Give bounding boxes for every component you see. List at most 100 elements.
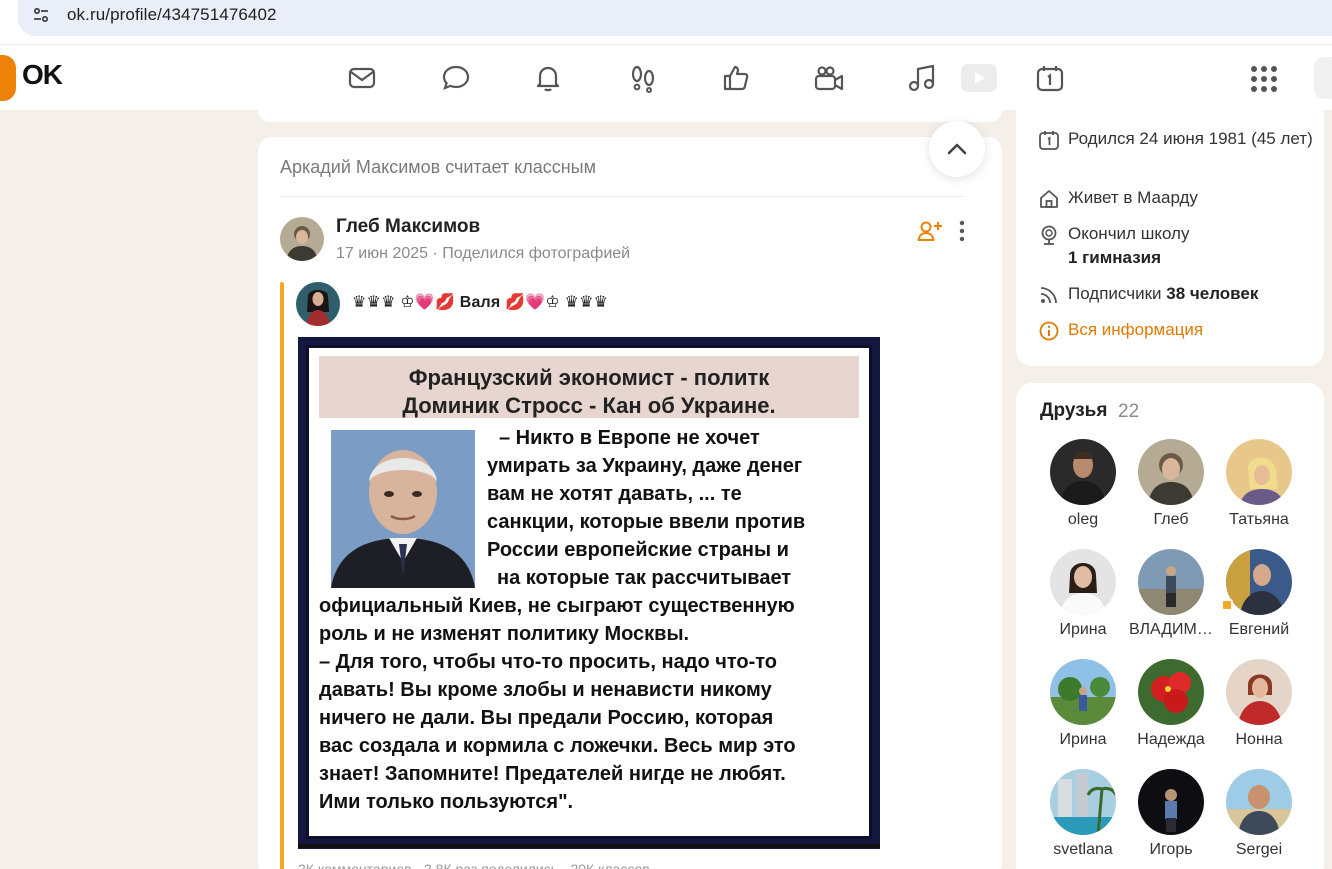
friend-item[interactable]: svetlana bbox=[1041, 769, 1125, 869]
friend-item[interactable]: Игорь bbox=[1129, 769, 1213, 869]
friend-name[interactable]: Надежда bbox=[1129, 731, 1213, 749]
friend-name[interactable]: Ирина bbox=[1041, 621, 1125, 639]
friend-avatar[interactable] bbox=[1226, 549, 1292, 615]
subscribers-prefix: Подписчики bbox=[1068, 284, 1162, 303]
chat-icon[interactable] bbox=[440, 62, 472, 94]
friend-name[interactable]: Ирина bbox=[1041, 731, 1125, 749]
friend-name[interactable]: Евгений bbox=[1217, 621, 1301, 639]
friend-item[interactable]: Евгений bbox=[1217, 549, 1301, 649]
subscribers-text: Подписчики 38 человек bbox=[1068, 282, 1318, 306]
quote-line: ничего не дали. Вы предали Россию, котор… bbox=[319, 707, 774, 729]
quote-line: роль и не изменят политику Москвы. bbox=[319, 623, 690, 645]
friend-item[interactable]: Sergei bbox=[1217, 769, 1301, 869]
friend-avatar[interactable] bbox=[1138, 439, 1204, 505]
chevron-up-icon bbox=[947, 143, 967, 155]
friend-avatar[interactable] bbox=[1138, 549, 1204, 615]
logo-text[interactable]: OK bbox=[22, 59, 63, 91]
friend-name[interactable]: svetlana bbox=[1041, 841, 1125, 859]
quote-line: – Никто в Европе не хочет bbox=[499, 427, 760, 449]
school-text: Окончил школу 1 гимназия bbox=[1068, 222, 1318, 270]
post-author-name[interactable]: Глеб Максимов bbox=[336, 216, 480, 238]
calendar-icon[interactable] bbox=[1034, 62, 1066, 94]
video-camera-icon[interactable] bbox=[813, 62, 845, 94]
friend-item[interactable]: ВЛАДИМИР bbox=[1129, 549, 1213, 649]
thumbs-up-icon[interactable] bbox=[720, 62, 752, 94]
info-icon bbox=[1039, 321, 1059, 341]
scroll-to-top-button[interactable] bbox=[929, 121, 985, 177]
calendar-icon bbox=[1039, 131, 1059, 150]
globe-icon bbox=[1041, 225, 1057, 245]
subscribers-count[interactable]: 38 человек bbox=[1166, 284, 1258, 303]
friend-item[interactable]: Татьяна bbox=[1217, 439, 1301, 539]
all-info-link[interactable]: Вся информация bbox=[1068, 318, 1318, 342]
friend-avatar[interactable] bbox=[1138, 659, 1204, 725]
repost-author-name[interactable]: ♛♛♛ ♔💗💋 Валя 💋💗♔ ♛♛♛ bbox=[352, 292, 608, 312]
school-name[interactable]: 1 гимназия bbox=[1068, 248, 1161, 267]
friend-item[interactable]: Нонна bbox=[1217, 659, 1301, 759]
quote-line: России европейские страны и bbox=[487, 539, 789, 561]
friend-avatar[interactable] bbox=[1138, 769, 1204, 835]
post-photo[interactable]: Французский экономист - политк Доминик С… bbox=[298, 337, 880, 849]
post-date[interactable]: 17 июн 2025 bbox=[336, 245, 428, 262]
quote-line: – Для того, чтобы что-то просить, надо ч… bbox=[319, 651, 777, 673]
quote-line: Ими только пользуются". bbox=[319, 791, 574, 813]
friend-name[interactable]: Глеб bbox=[1129, 511, 1213, 529]
friend-name[interactable]: Нонна bbox=[1217, 731, 1301, 749]
site-settings-icon[interactable] bbox=[32, 6, 50, 24]
friend-avatar[interactable] bbox=[1226, 439, 1292, 505]
portrait-image bbox=[331, 430, 475, 588]
birthday-text: Родился 24 июня 1981 (45 лет) bbox=[1068, 129, 1313, 148]
photo-content: Французский экономист - политк Доминик С… bbox=[306, 345, 872, 839]
friend-name[interactable]: Игорь bbox=[1129, 841, 1213, 859]
friend-name[interactable]: oleg bbox=[1041, 511, 1125, 529]
author-avatar[interactable] bbox=[280, 217, 324, 261]
friend-avatar[interactable] bbox=[1050, 439, 1116, 505]
photo-bottom-border bbox=[298, 844, 880, 848]
meta-separator: · bbox=[432, 245, 443, 262]
friend-item[interactable]: Ирина bbox=[1041, 659, 1125, 759]
divider bbox=[280, 196, 964, 197]
apps-grid-icon[interactable] bbox=[1250, 65, 1278, 93]
friend-avatar[interactable] bbox=[1226, 769, 1292, 835]
more-options-icon[interactable] bbox=[954, 220, 970, 242]
friend-avatar[interactable] bbox=[1050, 659, 1116, 725]
repost-author-avatar[interactable] bbox=[296, 282, 340, 326]
repost-indicator bbox=[280, 282, 284, 869]
friends-title[interactable]: Друзья bbox=[1040, 400, 1107, 422]
liked-by-text[interactable]: Аркадий Максимов считает классным bbox=[280, 157, 596, 178]
friend-item[interactable]: oleg bbox=[1041, 439, 1125, 539]
ok-online-badge bbox=[1221, 599, 1233, 611]
bell-icon[interactable] bbox=[532, 62, 564, 94]
friend-name[interactable]: ВЛАДИМИР bbox=[1129, 621, 1213, 639]
friend-name[interactable]: Sergei bbox=[1217, 841, 1301, 859]
quote-line: давать! Вы кроме злобы и ненависти ником… bbox=[319, 679, 772, 701]
friend-item[interactable]: Глеб bbox=[1129, 439, 1213, 539]
quote-line: официальный Киев, не сыграют существенну… bbox=[319, 595, 795, 617]
friend-avatar[interactable] bbox=[1226, 659, 1292, 725]
quote-line: вам не хотят давать, ... те bbox=[487, 483, 742, 505]
footprints-icon[interactable] bbox=[627, 62, 659, 94]
video-play-icon[interactable] bbox=[961, 64, 997, 92]
friend-avatar[interactable] bbox=[1050, 549, 1116, 615]
browser-url-bar: ok.ru/profile/434751476402 bbox=[0, 0, 1332, 44]
previous-feed-card bbox=[258, 110, 1002, 122]
friends-count: 22 bbox=[1118, 401, 1140, 422]
friend-name[interactable]: Татьяна bbox=[1217, 511, 1301, 529]
post-stats: 2К комментариев · 2,8К раз поделились · … bbox=[298, 861, 650, 869]
mail-icon[interactable] bbox=[346, 62, 378, 94]
quote-line: на которые так рассчитывает bbox=[497, 567, 792, 589]
music-icon[interactable] bbox=[906, 62, 938, 94]
friend-item[interactable]: Надежда bbox=[1129, 659, 1213, 759]
add-friend-icon[interactable] bbox=[917, 219, 943, 243]
school-prefix: Окончил школу bbox=[1068, 224, 1190, 243]
quote-line: умирать за Украину, даже денег bbox=[487, 455, 803, 477]
url-text[interactable]: ok.ru/profile/434751476402 bbox=[67, 5, 277, 25]
post-meta: 17 июн 2025 · Поделился фотографией bbox=[336, 245, 630, 263]
quote-line: санкции, которые ввели против bbox=[487, 511, 806, 533]
user-menu-button[interactable] bbox=[1314, 57, 1332, 99]
friend-avatar[interactable] bbox=[1050, 769, 1116, 835]
quote-text-full: официальный Киев, не сыграют существенну… bbox=[319, 592, 864, 816]
ok-logo-icon[interactable] bbox=[0, 55, 16, 101]
quote-line: вас создала и кормила с ложечки. Весь ми… bbox=[319, 735, 796, 757]
friend-item[interactable]: Ирина bbox=[1041, 549, 1125, 649]
